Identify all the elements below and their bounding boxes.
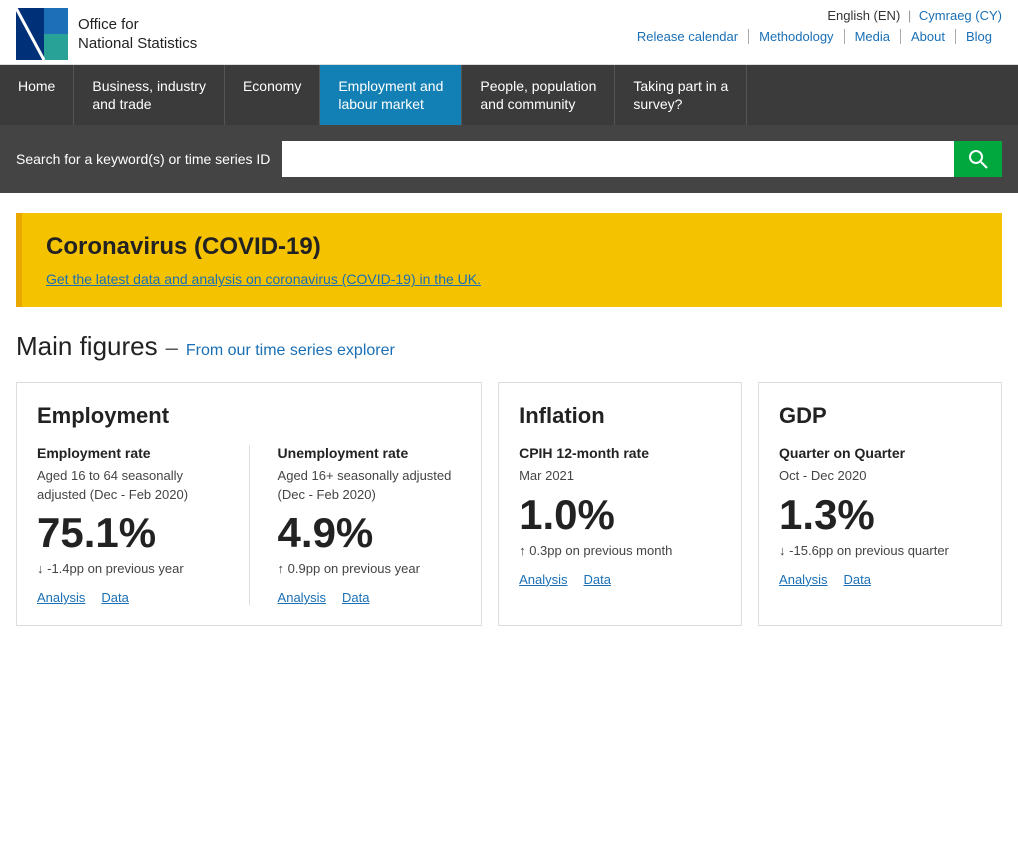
inflation-rate-label: CPIH 12-month rate	[519, 445, 721, 461]
unemployment-rate-links: Analysis Data	[278, 590, 462, 605]
employment-rate-block: Employment rate Aged 16 to 64 seasonally…	[37, 445, 221, 605]
cards-row: Employment Employment rate Aged 16 to 64…	[16, 382, 1002, 626]
nav-business[interactable]: Business, industry and trade	[74, 65, 225, 125]
search-input-wrap	[282, 141, 1002, 177]
unemployment-rate-sub: Aged 16+ seasonally adjusted (Dec - Feb …	[278, 467, 462, 503]
gdp-rate-links: Analysis Data	[779, 572, 981, 587]
time-series-link[interactable]: From our time series explorer	[186, 342, 395, 360]
main-figures-heading: Main figures – From our time series expl…	[16, 331, 1002, 362]
nav-about[interactable]: About	[901, 29, 956, 44]
gdp-rate-change: ↓ -15.6pp on previous quarter	[779, 542, 981, 560]
unemployment-rate-value: 4.9%	[278, 512, 462, 554]
inflation-rate-arrow: ↑	[519, 543, 526, 558]
nav-home[interactable]: Home	[0, 65, 74, 125]
nav-methodology[interactable]: Methodology	[749, 29, 844, 44]
gdp-rate-value: 1.3%	[779, 494, 981, 536]
main-figures-section: Main figures – From our time series expl…	[0, 307, 1018, 626]
inflation-card-title: Inflation	[519, 403, 721, 429]
lang-separator: |	[908, 8, 911, 23]
header-nav-links: Release calendar Methodology Media About…	[627, 29, 1002, 44]
heading-dash: –	[166, 335, 178, 361]
lang-cy-link[interactable]: Cymraeg (CY)	[919, 8, 1002, 23]
unemployment-rate-change-text: 0.9pp on previous year	[288, 561, 420, 576]
unemployment-rate-data-link[interactable]: Data	[342, 590, 369, 605]
inflation-card: Inflation CPIH 12-month rate Mar 2021 1.…	[498, 382, 742, 626]
employment-rate-value: 75.1%	[37, 512, 221, 554]
employment-rate-links: Analysis Data	[37, 590, 221, 605]
gdp-data-link[interactable]: Data	[843, 572, 870, 587]
employment-rate-data-link[interactable]: Data	[101, 590, 128, 605]
nav-release-calendar[interactable]: Release calendar	[627, 29, 749, 44]
unemployment-rate-block: Unemployment rate Aged 16+ seasonally ad…	[278, 445, 462, 605]
search-icon	[968, 149, 988, 169]
inflation-rate-change: ↑ 0.3pp on previous month	[519, 542, 721, 560]
unemployment-rate-analysis-link[interactable]: Analysis	[278, 590, 326, 605]
inflation-rate-change-text: 0.3pp on previous month	[529, 543, 672, 558]
inflation-data-link[interactable]: Data	[584, 572, 611, 587]
lang-bar: English (EN) | Cymraeg (CY)	[627, 8, 1002, 23]
gdp-rate-arrow: ↓	[779, 543, 786, 558]
employment-card: Employment Employment rate Aged 16 to 64…	[16, 382, 482, 626]
gdp-rate-label: Quarter on Quarter	[779, 445, 981, 461]
employment-card-inner: Employment rate Aged 16 to 64 seasonally…	[37, 445, 461, 605]
search-input[interactable]	[282, 141, 954, 177]
search-bar: Search for a keyword(s) or time series I…	[0, 125, 1018, 193]
inflation-analysis-link[interactable]: Analysis	[519, 572, 567, 587]
top-bar: Office for National Statistics English (…	[0, 0, 1018, 65]
nav-employment[interactable]: Employment and labour market	[320, 65, 462, 125]
gdp-rate-change-text: -15.6pp on previous quarter	[789, 543, 949, 558]
logo-text: Office for National Statistics	[78, 15, 197, 54]
search-button[interactable]	[954, 141, 1002, 177]
employment-card-title: Employment	[37, 403, 461, 429]
lang-en: English (EN)	[827, 8, 900, 23]
employment-rate-analysis-link[interactable]: Analysis	[37, 590, 85, 605]
unemployment-rate-arrow: ↑	[278, 561, 285, 576]
employment-rate-sub: Aged 16 to 64 seasonally adjusted (Dec -…	[37, 467, 221, 503]
covid-banner: Coronavirus (COVID-19) Get the latest da…	[16, 213, 1002, 307]
covid-link[interactable]: Get the latest data and analysis on coro…	[46, 271, 481, 287]
employment-rate-label: Employment rate	[37, 445, 221, 461]
nav-people[interactable]: People, population and community	[462, 65, 615, 125]
gdp-stat-block: Quarter on Quarter Oct - Dec 2020 1.3% ↓…	[779, 445, 981, 586]
unemployment-rate-label: Unemployment rate	[278, 445, 462, 461]
employment-rate-arrow: ↓	[37, 561, 44, 576]
inflation-rate-value: 1.0%	[519, 494, 721, 536]
ons-logo-icon	[16, 8, 68, 60]
gdp-card-title: GDP	[779, 403, 981, 429]
employment-rate-change-text: -1.4pp on previous year	[47, 561, 184, 576]
card-divider	[249, 445, 250, 605]
main-figures-title: Main figures	[16, 331, 158, 362]
nav-blog[interactable]: Blog	[956, 29, 1002, 44]
inflation-rate-sub: Mar 2021	[519, 467, 721, 485]
employment-rate-change: ↓ -1.4pp on previous year	[37, 560, 221, 578]
top-right: English (EN) | Cymraeg (CY) Release cale…	[627, 8, 1002, 44]
gdp-analysis-link[interactable]: Analysis	[779, 572, 827, 587]
inflation-stat-block: CPIH 12-month rate Mar 2021 1.0% ↑ 0.3pp…	[519, 445, 721, 586]
main-nav: Home Business, industry and trade Econom…	[0, 65, 1018, 125]
logo-area: Office for National Statistics	[16, 8, 197, 60]
nav-media[interactable]: Media	[845, 29, 901, 44]
inflation-rate-links: Analysis Data	[519, 572, 721, 587]
gdp-rate-sub: Oct - Dec 2020	[779, 467, 981, 485]
gdp-card: GDP Quarter on Quarter Oct - Dec 2020 1.…	[758, 382, 1002, 626]
nav-survey[interactable]: Taking part in a survey?	[615, 65, 747, 125]
unemployment-rate-change: ↑ 0.9pp on previous year	[278, 560, 462, 578]
search-label: Search for a keyword(s) or time series I…	[16, 151, 270, 167]
covid-title: Coronavirus (COVID-19)	[46, 233, 978, 261]
nav-economy[interactable]: Economy	[225, 65, 320, 125]
